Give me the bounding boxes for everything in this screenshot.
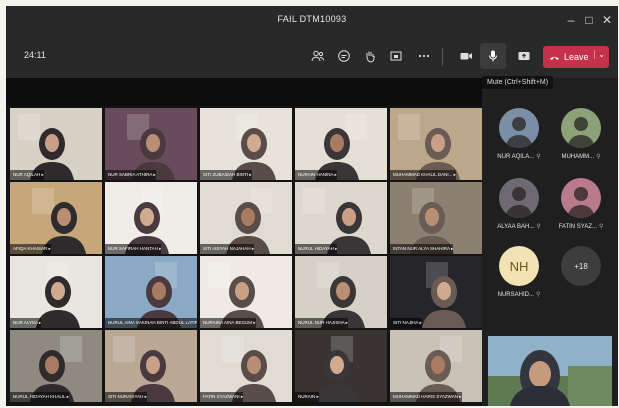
avatar: NH [499,246,539,286]
share-icon[interactable] [511,43,537,69]
microphone-icon[interactable] [480,43,506,69]
participant-name-label: FATIN SYAZWANI ▸ [200,392,244,402]
participant-video-tile[interactable]: MUHAMMAD KHALIL DANI... ▸ [390,108,482,180]
leave-label: Leave [564,52,589,62]
participant-name-label: AFIQA KHAISAR ▸ [10,244,51,254]
participant-name-label: NUR SAFIRAH HANTAH ▸ [105,244,162,254]
side-participant-label: NUR AQILA... [497,154,535,160]
self-view-video[interactable] [488,336,612,406]
title-bar: FAIL DTM10093 – □ ✕ [6,6,618,34]
muted-mic-icon: ⚲ [536,154,541,160]
side-participant-label: NURSAHID... [497,292,534,298]
participant-name-label: SITI AISYAH NAJAHAH ▸ [200,244,255,254]
participant-name-label: MUHAMMAD KHALIL DANI... ▸ [390,170,456,180]
participant-video-tile[interactable]: INTAN NUR ALYA SHAHIRA ▸ [390,182,482,254]
participants-panel: NUR AQILA... ⚲ MUHAMM... ⚲ ALYAA BAH... ⚲ FATI… [482,78,618,406]
participant-name-label: NURAINA AINA BEGUM ▸ [200,318,256,328]
participant-name-label: NURUL AINA SAKINAH BINTI ABDUL LATIF ▸ [105,318,197,328]
participant-video-tile[interactable]: NUR SAFIRAH HANTAH ▸ [105,182,197,254]
participant-name-label: NUR SABRIA ATHIRA ▸ [105,170,156,180]
participant-video-tile[interactable]: NURAINA AINA BEGUM ▸ [200,256,292,328]
chat-icon[interactable] [331,43,357,69]
side-participant[interactable]: +18 [550,246,612,286]
participant-name-label: MUHAMMAD HARIS SYAZWAN ▸ [390,392,462,402]
side-participant-name: ALYAA BAH... ⚲ [488,223,550,230]
window-title: FAIL DTM10093 [277,14,347,24]
mute-tooltip: Mute (Ctrl+Shift+M) [482,76,554,89]
participant-video-tile[interactable]: SITI AISYAH NAJAHAH ▸ [200,182,292,254]
side-participant[interactable]: ALYAA BAH... ⚲ [488,178,550,230]
participant-video-tile[interactable]: SITI NURAISYAH ▸ [105,330,197,402]
avatar [561,178,601,218]
side-participant-name: NURSAHID... ⚲ [488,291,550,298]
participant-video-tile[interactable]: SITI ZUBAIDAH BINTI ▸ [200,108,292,180]
close-icon[interactable]: ✕ [596,10,618,30]
meeting-toolbar: 24:11 Leave ⌄ [6,34,618,78]
participant-name-label: NURUL HIDAYAH ▸ [295,244,338,254]
participant-name-label: SITI NURAISYAH ▸ [105,392,147,402]
camera-icon[interactable] [453,43,479,69]
participant-video-tile[interactable]: NURUL AINA SAKINAH BINTI ABDUL LATIF ▸ [105,256,197,328]
participant-name-label: NURAIN ▸ [295,392,319,402]
avatar-image [505,187,533,218]
avatar-image [505,117,533,148]
chevron-down-icon[interactable]: ⌄ [594,50,605,59]
side-participant-name: FATIN SYAZ... ⚲ [550,223,612,230]
participant-name-label: INTAN NUR ALYA SHAHIRA ▸ [390,244,454,254]
avatar [561,108,601,148]
participant-video-tile[interactable]: NURUL NUR HAJISHA ▸ [295,256,387,328]
more-icon[interactable] [411,43,437,69]
muted-mic-icon: ⚲ [596,154,601,160]
participant-name-label: NURUL NUR HAJISHA ▸ [295,318,348,328]
participant-name-label: SITI ZUBAIDAH BINTI ▸ [200,170,252,180]
participant-name-label: NUR AQILAH ▸ [10,170,44,180]
self-view-image [488,336,612,406]
avatar [499,108,539,148]
meeting-timer: 24:11 [24,50,46,60]
participant-name-label: NURUL HIDAYAH KHALIL ▸ [10,392,70,402]
participant-name-label: NURAIN HANINA ▸ [295,170,337,180]
raise-hand-icon[interactable] [357,43,383,69]
participant-video-tile[interactable]: NUR SABRIA ATHIRA ▸ [105,108,197,180]
participant-video-tile[interactable]: NUR AQILAH ▸ [10,108,102,180]
side-participant[interactable]: FATIN SYAZ... ⚲ [550,178,612,230]
video-grid: NUR AQILAH ▸ NUR SABRIA ATHIRA ▸ SITI ZUBA… [10,108,482,404]
muted-mic-icon: ⚲ [535,292,541,298]
participant-video-tile[interactable]: NURAIN HANINA ▸ [295,108,387,180]
side-participant-name: MUHAMM... ⚲ [550,153,612,160]
more-participants-button[interactable]: +18 [561,246,601,286]
side-participant-label: MUHAMM... [561,154,595,160]
phone-icon [550,56,559,60]
video-stage: NUR AQILAH ▸ NUR SABRIA ATHIRA ▸ SITI ZUBA… [6,78,482,406]
side-participant-label: ALYAA BAH... [497,224,535,230]
toolbar-divider [442,48,443,66]
participant-name-label: SITI NAJIHA ▸ [390,318,422,328]
breakout-rooms-icon[interactable] [383,43,409,69]
stage-top-strip [6,78,482,106]
participant-video-tile[interactable]: NURAIN ▸ [295,330,387,402]
side-participant-name: NUR AQILA... ⚲ [488,153,550,160]
side-participant[interactable]: NH NURSAHID... ⚲ [488,246,550,298]
side-participant[interactable]: MUHAMM... ⚲ [550,108,612,160]
participant-video-tile[interactable]: NUR ALYSA ▸ [10,256,102,328]
avatar-image [567,117,595,148]
participant-video-tile[interactable]: NURUL HIDAYAH ▸ [295,182,387,254]
muted-mic-icon: ⚲ [599,224,604,230]
avatar-image [567,187,595,218]
side-participant[interactable]: NUR AQILA... ⚲ [488,108,550,160]
participant-video-tile[interactable]: FATIN SYAZWANI ▸ [200,330,292,402]
participant-video-tile[interactable]: AFIQA KHAISAR ▸ [10,182,102,254]
participant-video-tile[interactable]: SITI NAJIHA ▸ [390,256,482,328]
avatar [499,178,539,218]
leave-button[interactable]: Leave ⌄ [543,46,609,68]
participant-video-tile[interactable]: NURUL HIDAYAH KHALIL ▸ [10,330,102,402]
participant-video-tile[interactable]: MUHAMMAD HARIS SYAZWAN ▸ [390,330,482,402]
side-participant-label: FATIN SYAZ... [558,224,598,230]
participant-name-label: NUR ALYSA ▸ [10,318,42,328]
teams-meeting-window: FAIL DTM10093 – □ ✕ 24:11 Leave ⌄ NUR AQ… [6,6,618,406]
people-icon[interactable] [305,43,331,69]
muted-mic-icon: ⚲ [536,224,541,230]
